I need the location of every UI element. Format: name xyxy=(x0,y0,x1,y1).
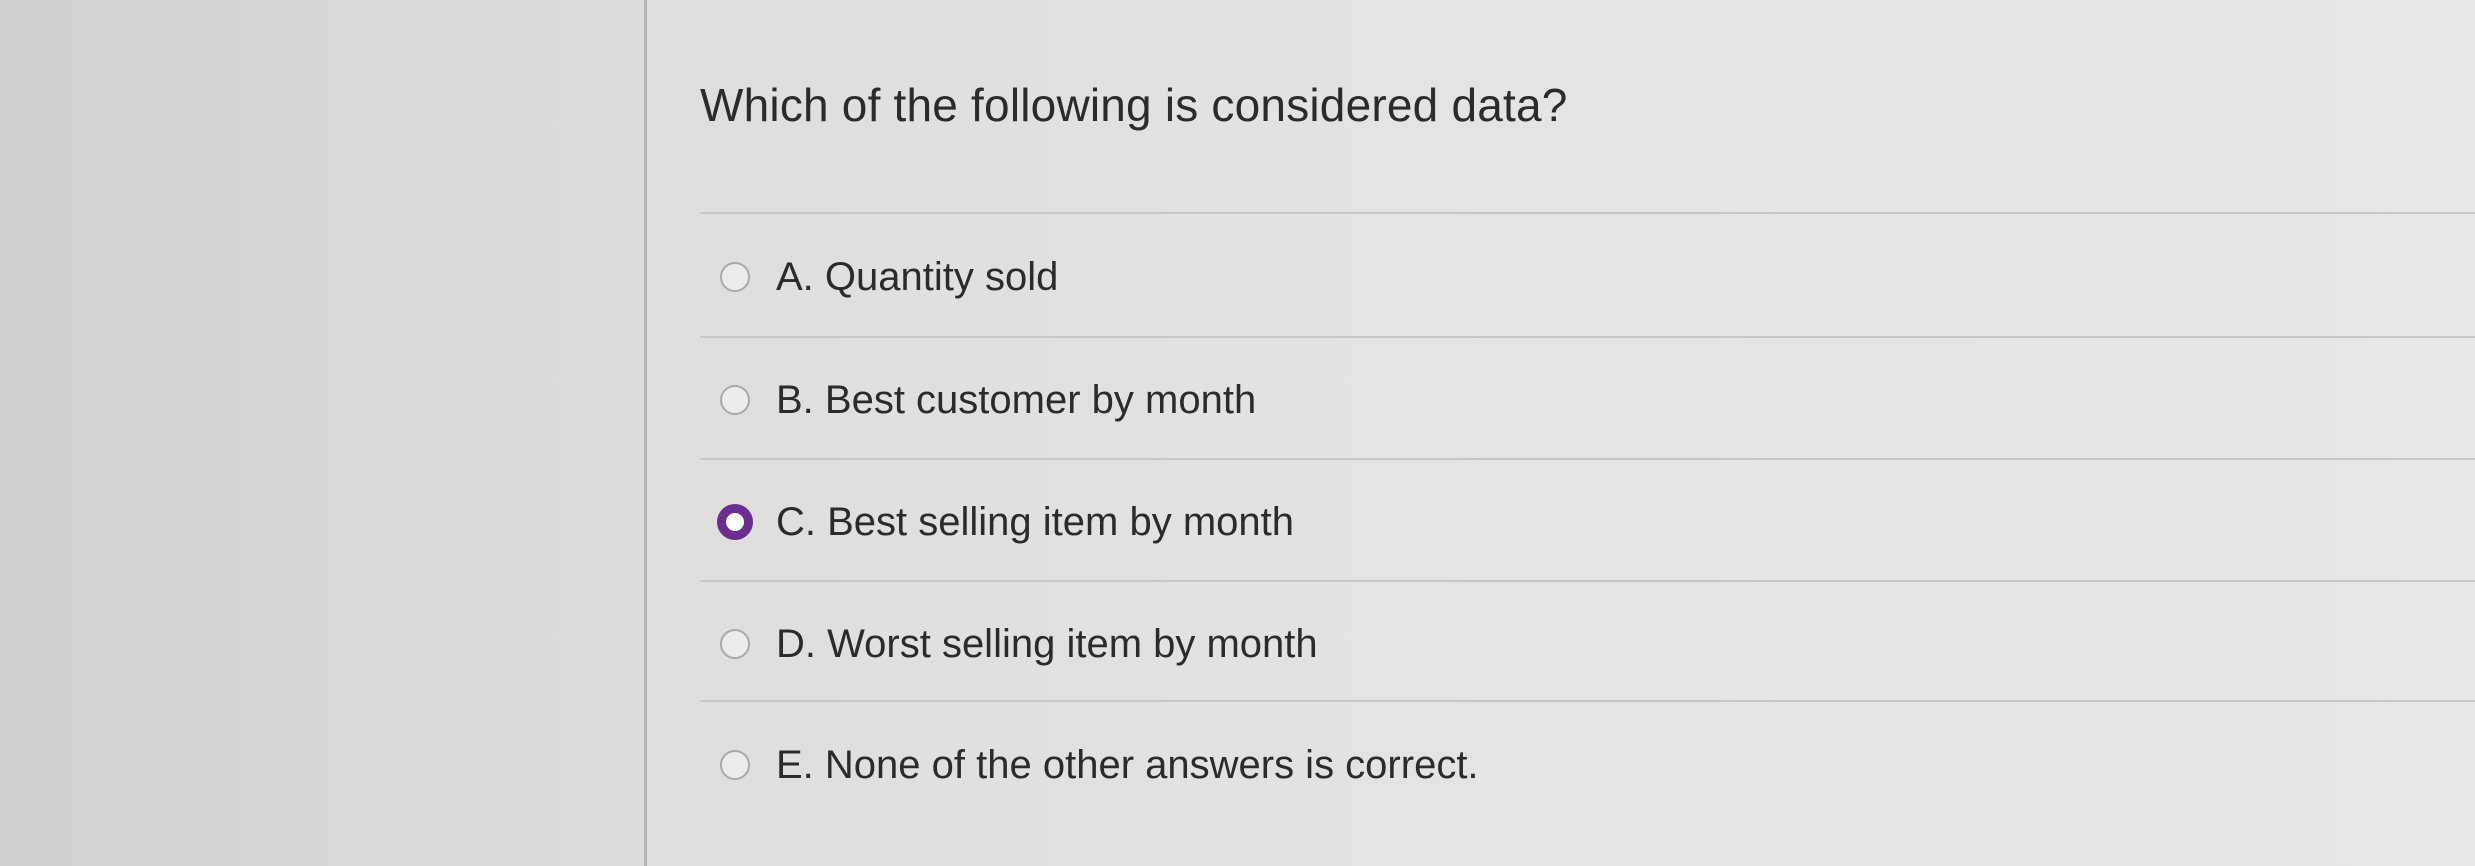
option-c-label: C. Best selling item by month xyxy=(776,499,1294,544)
option-d-label: D. Worst selling item by month xyxy=(776,621,1318,666)
radio-button-c-selected[interactable] xyxy=(717,504,753,540)
radio-button-b[interactable] xyxy=(720,385,750,415)
option-b[interactable]: B. Best customer by month xyxy=(720,370,1256,430)
option-c[interactable]: C. Best selling item by month xyxy=(717,492,1294,552)
left-panel xyxy=(0,0,644,866)
question-text: Which of the following is considered dat… xyxy=(700,79,1568,131)
option-separator xyxy=(700,336,2475,338)
option-separator xyxy=(700,212,2475,214)
option-d[interactable]: D. Worst selling item by month xyxy=(720,614,1318,674)
radio-button-a[interactable] xyxy=(720,262,750,292)
option-a-label: A. Quantity sold xyxy=(776,254,1059,299)
option-e[interactable]: E. None of the other answers is correct. xyxy=(720,735,1479,795)
option-separator xyxy=(700,580,2475,582)
option-e-label: E. None of the other answers is correct. xyxy=(776,742,1479,787)
option-separator xyxy=(700,458,2475,460)
radio-button-e[interactable] xyxy=(720,750,750,780)
option-separator xyxy=(700,700,2475,702)
radio-button-d[interactable] xyxy=(720,629,750,659)
option-a[interactable]: A. Quantity sold xyxy=(720,247,1058,307)
option-b-label: B. Best customer by month xyxy=(776,377,1257,422)
